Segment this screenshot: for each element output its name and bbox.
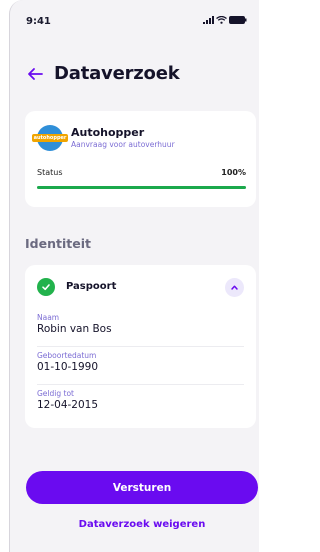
organization-subtitle: Aanvraag voor autoverhuur: [71, 140, 175, 149]
field-birthdate: Geboortedatum 01-10-1990: [37, 351, 244, 373]
phone-screen: 9:41 Dataverzoek autohopper Autohopper A…: [9, 0, 259, 552]
field-valid-until: Geldig tot 12-04-2015: [37, 389, 244, 411]
divider: [37, 346, 244, 347]
signal-icon: [203, 16, 214, 24]
divider: [37, 384, 244, 385]
field-value: 12-04-2015: [37, 399, 99, 411]
logo-text: autohopper: [31, 134, 69, 142]
header: Dataverzoek: [26, 63, 180, 84]
wifi-icon: [216, 16, 227, 24]
request-card: autohopper Autohopper Aanvraag voor auto…: [25, 111, 256, 207]
section-title-identity: Identiteit: [25, 236, 91, 251]
status-value: 100%: [221, 168, 246, 177]
identity-card: Paspoort Naam Robin van Bos Geboortedatu…: [25, 265, 256, 428]
organization-name: Autohopper: [71, 126, 145, 139]
back-arrow-icon[interactable]: [26, 65, 44, 83]
progress-bar-fill: [37, 186, 246, 189]
field-label: Naam: [37, 313, 60, 322]
decline-request-link[interactable]: Dataverzoek weigeren: [26, 519, 258, 530]
status-bar: 9:41: [10, 0, 259, 42]
chevron-up-icon[interactable]: [225, 278, 244, 297]
page-title: Dataverzoek: [54, 63, 180, 84]
status-label: Status: [37, 168, 63, 177]
field-value: Robin van Bos: [37, 323, 112, 335]
status-icons: [203, 16, 247, 24]
status-time: 9:41: [26, 16, 51, 27]
battery-icon: [229, 16, 247, 24]
organization-logo: autohopper: [31, 125, 69, 151]
field-value: 01-10-1990: [37, 361, 99, 373]
document-name: Paspoort: [66, 281, 117, 292]
field-name: Naam Robin van Bos: [37, 313, 244, 335]
submit-button[interactable]: Versturen: [26, 471, 258, 504]
field-label: Geboortedatum: [37, 351, 97, 360]
checkmark-icon: [37, 278, 55, 296]
progress-bar: [37, 186, 246, 189]
field-label: Geldig tot: [37, 389, 74, 398]
